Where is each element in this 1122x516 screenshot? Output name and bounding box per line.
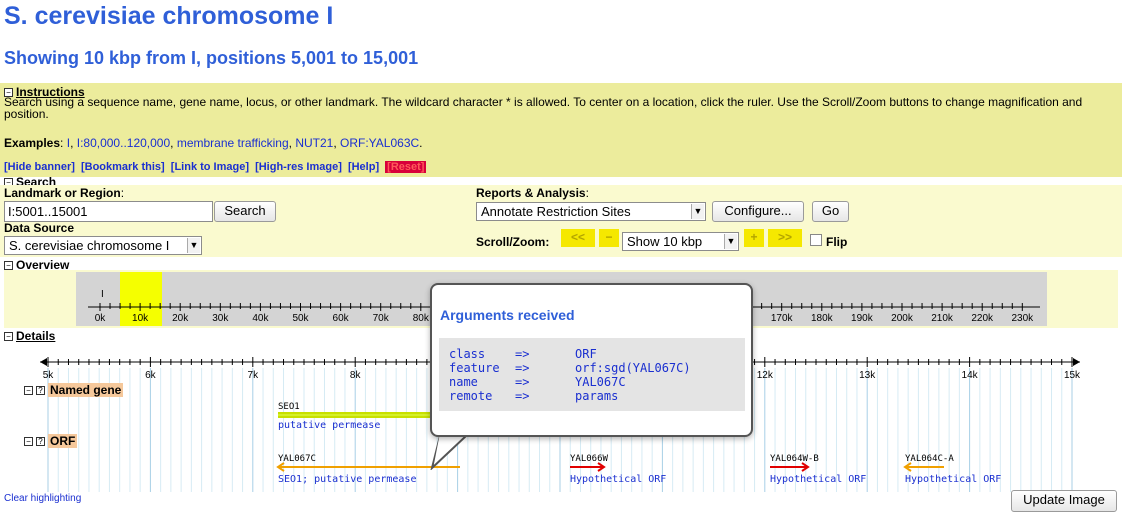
help-icon[interactable]: ? — [36, 386, 45, 395]
collapse-icon[interactable]: − — [24, 386, 33, 395]
ruler-tick-label: 6k — [145, 370, 157, 381]
popup-title: Arguments received — [440, 307, 575, 323]
feature-name: YAL067C — [278, 454, 316, 464]
ruler-tick-label: 14k — [962, 370, 979, 381]
feature-description: Hypothetical ORF — [570, 474, 667, 485]
update-image-button[interactable]: Update Image — [1011, 490, 1117, 512]
feature-description: putative permease — [278, 420, 381, 431]
feature-description: Hypothetical ORF — [905, 474, 1002, 485]
feature-name: YAL064C-A — [905, 454, 954, 464]
feature-description: SEO1; putative permease — [278, 474, 417, 485]
ruler-tick-label: 8k — [350, 370, 362, 381]
popup-arguments-box: class => ORF feature => orf:sgd(YAL067C) nam… — [439, 338, 745, 411]
ruler-tick-label: 5k — [43, 370, 55, 381]
argument-row: feature => orf:sgd(YAL067C) — [449, 361, 691, 375]
collapse-icon[interactable]: − — [24, 437, 33, 446]
help-icon[interactable]: ? — [36, 437, 45, 446]
details-ruler[interactable]: 5k6k7k8k9k10k11k12k13k14k15k — [0, 0, 1122, 516]
argument-row: class => ORF — [449, 347, 597, 361]
arguments-popup: Arguments received class => ORF feature => o… — [430, 283, 753, 437]
feature-description: Hypothetical ORF — [770, 474, 867, 485]
argument-row: remote => params — [449, 389, 619, 403]
clear-highlighting-link[interactable]: Clear highlighting — [4, 493, 81, 504]
ruler-tick-label: 7k — [248, 370, 260, 381]
ruler-tick-label: 13k — [859, 370, 876, 381]
argument-row: name => YAL067C — [449, 375, 626, 389]
axis-left-arrow — [40, 358, 47, 366]
named-gene-glyph-center — [278, 414, 430, 416]
feature-name: YAL064W-B — [770, 454, 819, 464]
track-orf-header: −? ORF — [24, 432, 78, 450]
feature-name: YAL066W — [570, 454, 608, 464]
track-named-gene-header: −? Named gene — [24, 381, 124, 399]
ruler-tick-label: 12k — [757, 370, 774, 381]
feature-name: SEO1 — [278, 402, 300, 412]
axis-right-arrow — [1073, 358, 1080, 366]
ruler-tick-label: 15k — [1064, 370, 1081, 381]
arguments-table: class => ORF feature => orf:sgd(YAL067C) nam… — [449, 347, 691, 403]
